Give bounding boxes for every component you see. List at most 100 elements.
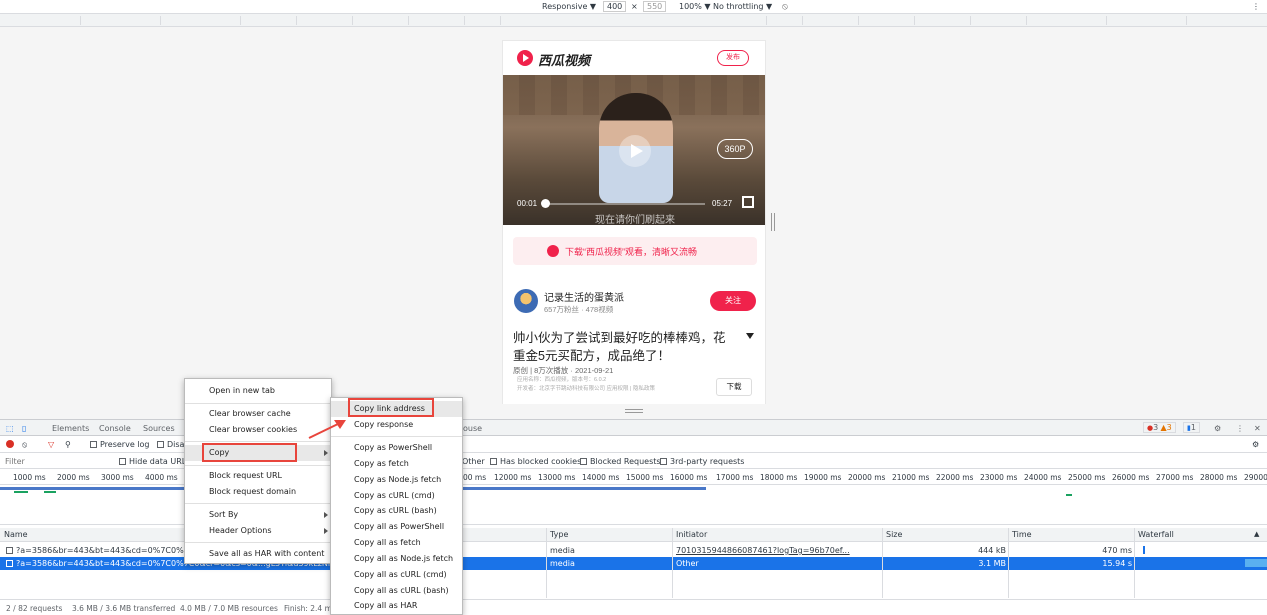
blocked-cookies-checkbox[interactable]: [490, 458, 497, 465]
sort-up-icon[interactable]: ▲: [1254, 530, 1259, 538]
menu-item-copy-response[interactable]: Copy response: [331, 417, 462, 433]
menu-item-clear-cache[interactable]: Clear browser cache: [185, 406, 331, 422]
progress-knob[interactable]: [541, 199, 550, 208]
height-input[interactable]: 550: [643, 1, 667, 12]
timeline-tick: 21000 ms: [892, 473, 930, 482]
tab-partial[interactable]: ouse: [463, 424, 482, 433]
preserve-log-checkbox[interactable]: [90, 441, 97, 448]
download-button[interactable]: 下载: [716, 378, 752, 396]
throttle-select[interactable]: No throttling ▼: [713, 2, 772, 11]
column-waterfall[interactable]: Waterfall: [1138, 530, 1174, 539]
timeline-tick: 12000 ms: [494, 473, 532, 482]
video-player[interactable]: 360P 00:01 05:27 现在请你们刷起来: [503, 75, 765, 226]
inspect-icon[interactable]: ⬚: [6, 424, 14, 433]
column-time[interactable]: Time: [1012, 530, 1032, 539]
filter-input[interactable]: Filter: [5, 457, 25, 466]
expand-icon[interactable]: [746, 333, 754, 339]
menu-item-copy-powershell[interactable]: Copy as PowerShell: [331, 440, 462, 456]
waterfall-bar: [1143, 546, 1145, 554]
submenu-arrow-icon: [324, 512, 328, 518]
menu-item-save-har[interactable]: Save all as HAR with content: [185, 546, 331, 562]
download-banner[interactable]: 下载“西瓜视频”观看，清晰又流畅: [513, 237, 757, 265]
third-party-checkbox[interactable]: [660, 458, 667, 465]
hide-data-urls-checkbox[interactable]: [119, 458, 126, 465]
menu-item-block-url[interactable]: Block request URL: [185, 468, 331, 484]
filter-icon[interactable]: ▽: [48, 440, 54, 449]
column-initiator[interactable]: Initiator: [676, 530, 707, 539]
publish-button[interactable]: 发布: [717, 50, 749, 66]
disable-cache-label: Disa: [167, 440, 185, 449]
menu-item-copy-all-powershell[interactable]: Copy all as PowerShell: [331, 519, 462, 535]
menu-item-copy-all-har[interactable]: Copy all as HAR: [331, 598, 462, 614]
menu-item-open-new-tab[interactable]: Open in new tab: [185, 383, 331, 399]
copy-submenu: Copy link address Copy response Copy as …: [330, 397, 463, 615]
rotate-icon[interactable]: ⦸: [782, 2, 788, 12]
row-initiator[interactable]: 7010315944866087461?logTag=96b70ef...: [676, 546, 850, 555]
current-time: 00:01: [517, 199, 538, 208]
timeline-tick: 18000 ms: [760, 473, 798, 482]
row-size: 444 kB: [978, 546, 1006, 555]
finish-time: Finish: 2.4 mi: [284, 604, 334, 613]
quality-button[interactable]: 360P: [717, 139, 753, 159]
tab-sources[interactable]: Sources: [143, 424, 175, 433]
issues-badge[interactable]: ●3 ▲3: [1143, 422, 1176, 433]
tab-elements[interactable]: Elements: [52, 424, 89, 433]
gear-icon[interactable]: ⚙: [1214, 424, 1221, 433]
progress-bar[interactable]: [543, 203, 705, 205]
menu-item-sort-by[interactable]: Sort By: [185, 507, 331, 523]
resize-handle-bottom[interactable]: [625, 409, 643, 413]
menu-item-header-options[interactable]: Header Options: [185, 523, 331, 539]
blocked-requests-checkbox[interactable]: [580, 458, 587, 465]
menu-item-clear-cookies[interactable]: Clear browser cookies: [185, 422, 331, 438]
disable-cache-checkbox[interactable]: [157, 441, 164, 448]
timeline-tick: 17000 ms: [716, 473, 754, 482]
messages-badge[interactable]: ▮1: [1183, 422, 1200, 433]
more-icon[interactable]: ⋮: [1236, 424, 1244, 433]
more-icon[interactable]: ⋮: [1252, 2, 1260, 11]
menu-item-copy-all-nodejs-fetch[interactable]: Copy all as Node.js fetch: [331, 551, 462, 567]
timeline-tick: 19000 ms: [804, 473, 842, 482]
menu-item-copy-all-curl-bash[interactable]: Copy all as cURL (bash): [331, 583, 462, 599]
timeline-tick: 20000 ms: [848, 473, 886, 482]
overview-bar: [44, 491, 56, 493]
timeline-tick: 16000 ms: [670, 473, 708, 482]
media-query-bar[interactable]: [0, 14, 1267, 27]
fullscreen-icon[interactable]: [742, 196, 754, 208]
record-icon[interactable]: [6, 440, 14, 448]
submenu-arrow-icon: [324, 450, 328, 456]
menu-item-block-domain[interactable]: Block request domain: [185, 484, 331, 500]
menu-item-copy-curl-cmd[interactable]: Copy as cURL (cmd): [331, 488, 462, 504]
menu-item-copy-nodejs-fetch[interactable]: Copy as Node.js fetch: [331, 472, 462, 488]
publish-label: 发布: [726, 54, 740, 61]
menu-item-copy-curl-bash[interactable]: Copy as cURL (bash): [331, 503, 462, 519]
column-size[interactable]: Size: [886, 530, 902, 539]
transferred: 3.6 MB / 3.6 MB transferred: [72, 604, 176, 613]
play-icon[interactable]: [619, 135, 651, 167]
clear-icon[interactable]: ⦸: [22, 440, 27, 450]
search-icon[interactable]: ⚲: [65, 440, 71, 449]
width-input[interactable]: 400: [603, 1, 627, 12]
video-title: 帅小伙为了尝试到最好吃的棒棒鸡，花重金5元买配方，成品绝了！: [513, 331, 726, 363]
follow-button[interactable]: 关注: [710, 291, 756, 311]
device-select[interactable]: Responsive ▼: [542, 2, 596, 11]
video-meta: 原创 | 8万次播放 · 2021-09-21: [513, 366, 614, 375]
avatar[interactable]: [514, 289, 538, 313]
row-checkbox[interactable]: [6, 547, 13, 554]
menu-item-copy-fetch[interactable]: Copy as fetch: [331, 456, 462, 472]
tab-console[interactable]: Console: [99, 424, 131, 433]
menu-item-copy-all-fetch[interactable]: Copy all as fetch: [331, 535, 462, 551]
column-type[interactable]: Type: [550, 530, 568, 539]
message-count: 1: [1190, 423, 1196, 432]
resize-handle-right[interactable]: [771, 213, 775, 231]
network-settings-icon[interactable]: ⚙: [1252, 440, 1259, 449]
row-checkbox[interactable]: [6, 560, 13, 567]
column-name[interactable]: Name: [4, 530, 28, 539]
zoom-select[interactable]: 100% ▼: [679, 2, 711, 11]
preserve-log-label: Preserve log: [100, 440, 150, 449]
close-icon[interactable]: ✕: [1254, 424, 1261, 433]
filter-type-other[interactable]: Other: [462, 457, 485, 466]
device-toggle-icon[interactable]: ▯: [22, 424, 26, 433]
author-name[interactable]: 记录生活的蛋黄派: [544, 289, 624, 304]
row-size: 3.1 MB: [978, 559, 1006, 568]
menu-item-copy-all-curl-cmd[interactable]: Copy all as cURL (cmd): [331, 567, 462, 583]
